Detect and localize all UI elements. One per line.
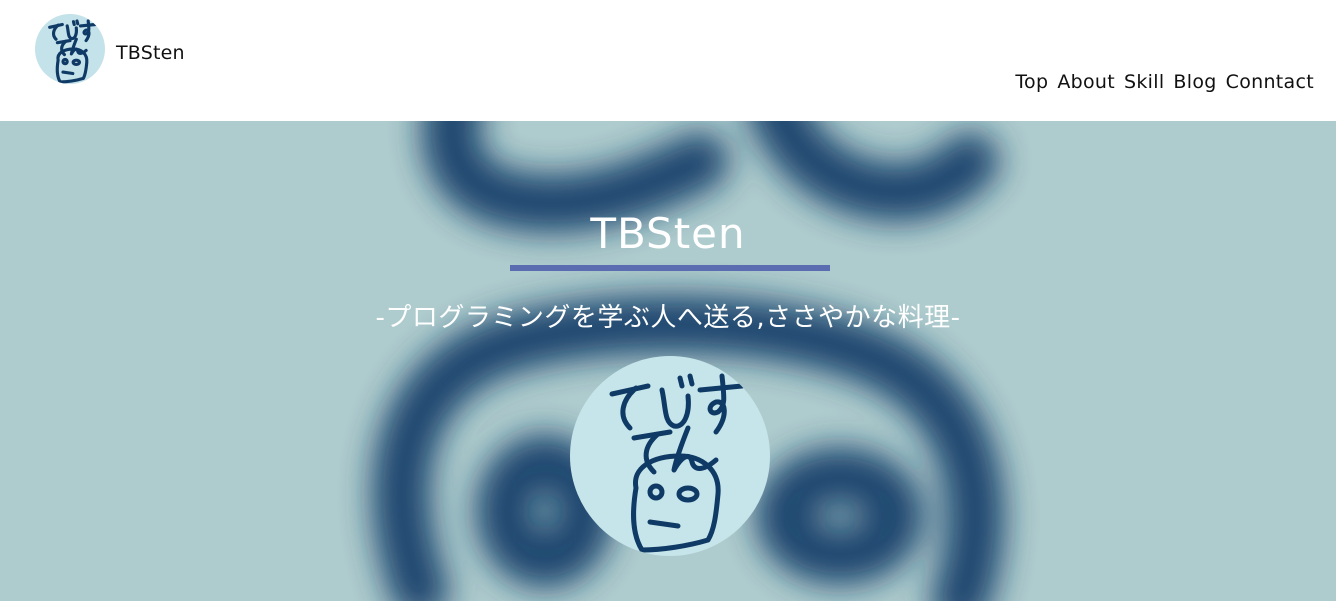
brand-name[interactable]: TBSten: [116, 42, 185, 64]
avatar-icon: [570, 356, 770, 556]
hero-tagline: -プログラミングを学ぶ人へ送る,ささやかな料理-: [375, 303, 961, 333]
hero-title: TBSten: [590, 209, 746, 258]
nav-link-about[interactable]: About: [1057, 71, 1115, 93]
site-logo-icon[interactable]: [35, 14, 105, 84]
nav-link-blog[interactable]: Blog: [1173, 71, 1216, 93]
nav-link-top[interactable]: Top: [1015, 71, 1048, 93]
site-header: TBSten Top About Skill Blog Conntact: [0, 0, 1336, 121]
hero-section: TBSten -プログラミングを学ぶ人へ送る,ささやかな料理-: [0, 121, 1336, 601]
main-nav: Top About Skill Blog Conntact: [1015, 71, 1314, 93]
nav-link-contact[interactable]: Conntact: [1226, 71, 1314, 93]
nav-link-skill[interactable]: Skill: [1124, 71, 1164, 93]
title-underline: [510, 265, 830, 271]
